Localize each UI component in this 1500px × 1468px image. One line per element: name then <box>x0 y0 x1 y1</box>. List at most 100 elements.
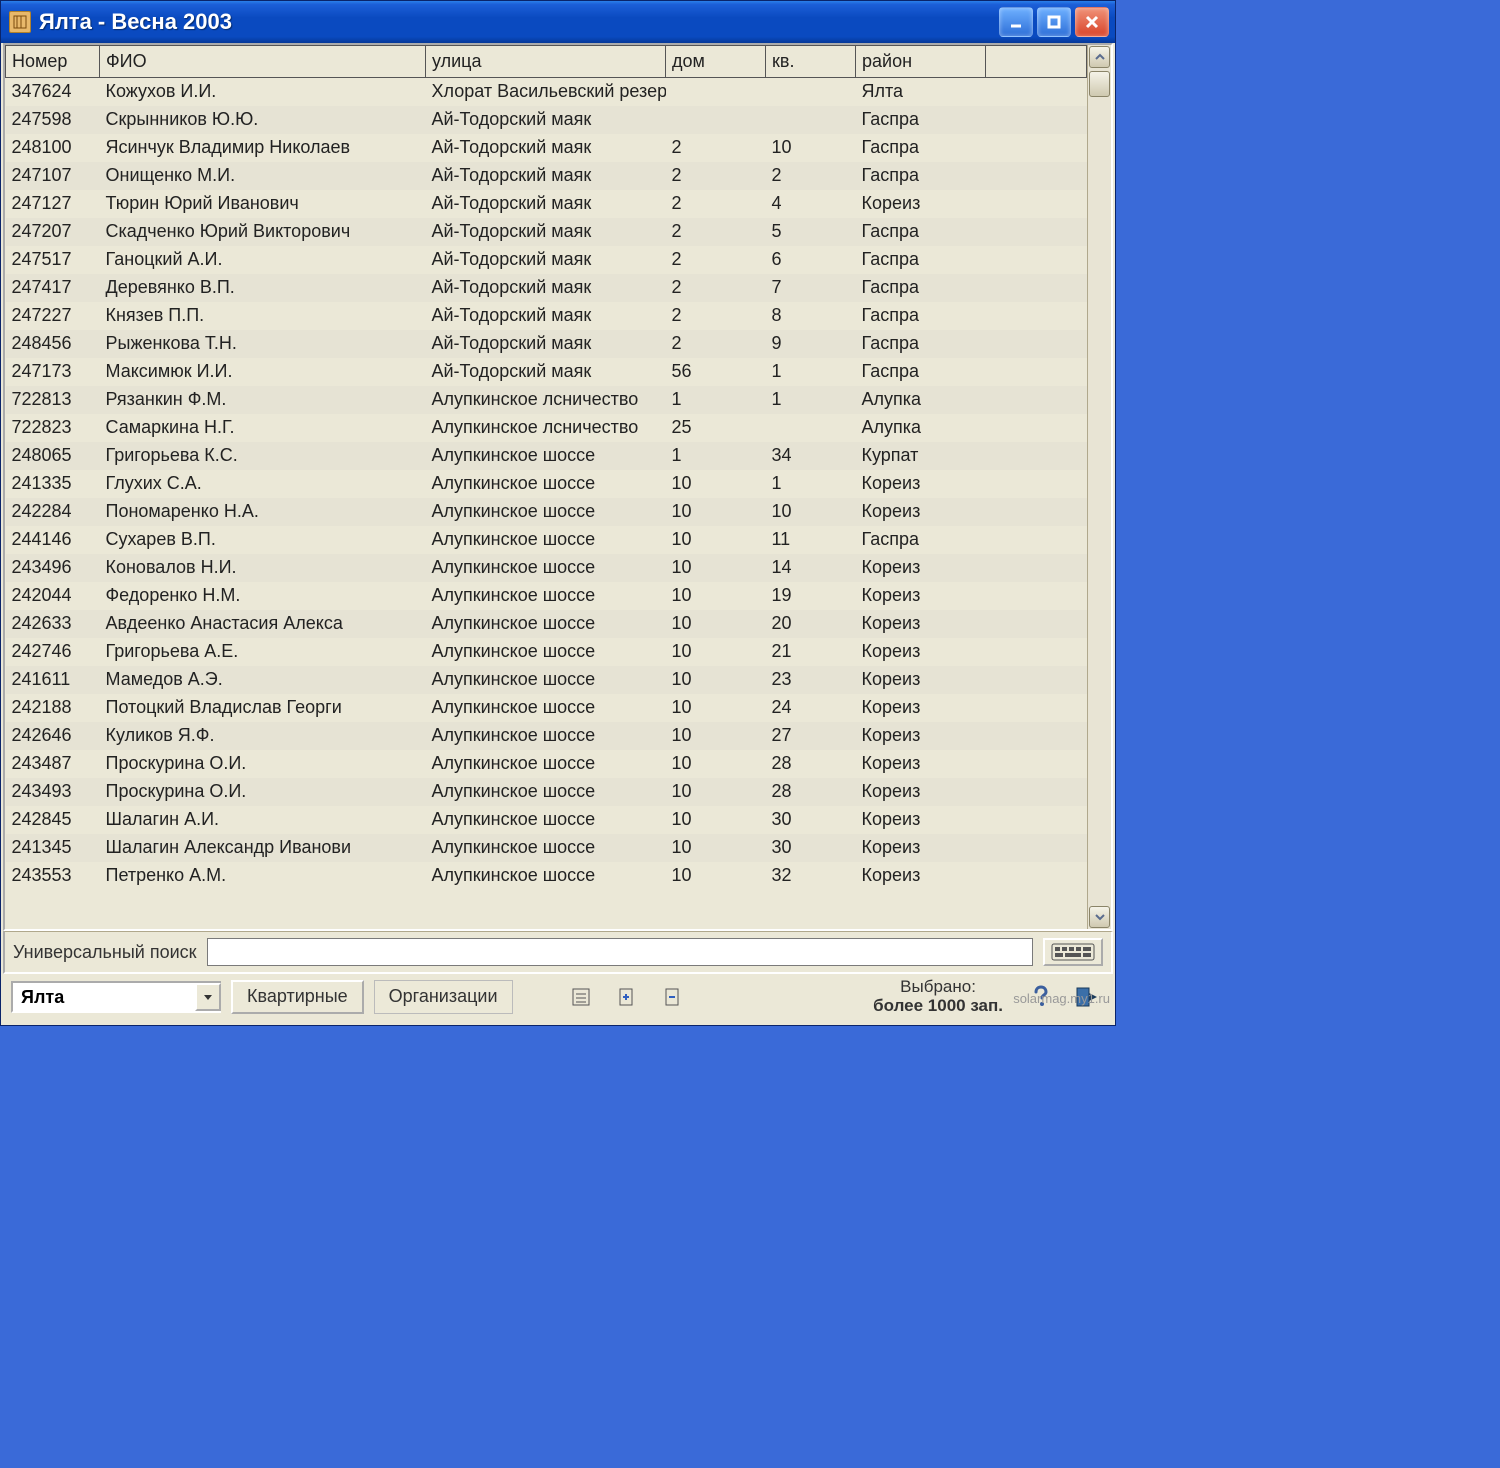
close-button[interactable] <box>1075 7 1109 37</box>
cell-house: 2 <box>666 246 766 274</box>
cell-num: 247227 <box>6 302 100 330</box>
cell-spacer <box>986 582 1087 610</box>
cell-street: Ай-Тодорский маяк <box>426 190 666 218</box>
table-row[interactable]: 247207Скадченко Юрий ВикторовичАй-Тодорс… <box>6 218 1087 246</box>
cell-fio: Пономаренко Н.А. <box>100 498 426 526</box>
col-header-flat[interactable]: кв. <box>766 46 856 78</box>
cell-num: 243493 <box>6 778 100 806</box>
cell-fio: Потоцкий Владислав Георги <box>100 694 426 722</box>
table-row[interactable]: 722813Рязанкин Ф.М.Алупкинское лсничеств… <box>6 386 1087 414</box>
table-row[interactable]: 242845Шалагин А.И.Алупкинское шоссе1030К… <box>6 806 1087 834</box>
apartments-button[interactable]: Квартирные <box>231 980 364 1014</box>
vertical-scrollbar[interactable] <box>1087 45 1111 929</box>
header-row[interactable]: Номер ФИО улица дом кв. район <box>6 46 1087 78</box>
cell-fio: Куликов Я.Ф. <box>100 722 426 750</box>
table-row[interactable]: 243493Проскурина О.И.Алупкинское шоссе10… <box>6 778 1087 806</box>
selection-status-label: Выбрано: <box>873 978 1003 997</box>
table-row[interactable]: 241611Мамедов А.Э.Алупкинское шоссе1023К… <box>6 666 1087 694</box>
scroll-down-button[interactable] <box>1089 906 1110 928</box>
cell-street: Алупкинское шоссе <box>426 442 666 470</box>
cell-fio: Кожухов И.И. <box>100 78 426 106</box>
table-row[interactable]: 243487Проскурина О.И.Алупкинское шоссе10… <box>6 750 1087 778</box>
cell-flat <box>766 414 856 442</box>
table-row[interactable]: 242646Куликов Я.Ф.Алупкинское шоссе1027К… <box>6 722 1087 750</box>
scroll-up-button[interactable] <box>1089 46 1110 68</box>
cell-num: 247207 <box>6 218 100 246</box>
table-row[interactable]: 243553Петренко А.М.Алупкинское шоссе1032… <box>6 862 1087 890</box>
table-row[interactable]: 241345Шалагин Александр ИвановиАлупкинск… <box>6 834 1087 862</box>
col-header-rayon[interactable]: район <box>856 46 986 78</box>
cell-flat: 28 <box>766 778 856 806</box>
cell-num: 347624 <box>6 78 100 106</box>
virtual-keyboard-button[interactable] <box>1043 938 1103 966</box>
cell-num: 248065 <box>6 442 100 470</box>
cell-house: 1 <box>666 386 766 414</box>
window-title: Ялта - Весна 2003 <box>39 9 999 35</box>
cell-num: 242845 <box>6 806 100 834</box>
table-row[interactable]: 347624Кожухов И.И. Хлорат Васильевский р… <box>6 78 1087 106</box>
city-combobox[interactable]: Ялта <box>11 981 221 1013</box>
search-input[interactable] <box>207 938 1033 966</box>
table-row[interactable]: 247107Онищенко М.И.Ай-Тодорский маяк22Га… <box>6 162 1087 190</box>
cell-num: 243487 <box>6 750 100 778</box>
cell-flat: 10 <box>766 134 856 162</box>
table-row[interactable]: 247127Тюрин Юрий ИвановичАй-Тодорский ма… <box>6 190 1087 218</box>
cell-flat: 10 <box>766 498 856 526</box>
cell-rayon: Кореиз <box>856 498 986 526</box>
col-header-number[interactable]: Номер <box>6 46 100 78</box>
cell-house: 2 <box>666 162 766 190</box>
col-header-house[interactable]: дом <box>666 46 766 78</box>
cell-fio: Шалагин А.И. <box>100 806 426 834</box>
table-row[interactable]: 248065Григорьева К.С.Алупкинское шоссе13… <box>6 442 1087 470</box>
table-row[interactable]: 242044Федоренко Н.М.Алупкинское шоссе101… <box>6 582 1087 610</box>
title-bar[interactable]: Ялта - Весна 2003 <box>1 1 1115 43</box>
city-combobox-arrow[interactable] <box>195 983 221 1011</box>
cell-num: 241611 <box>6 666 100 694</box>
cell-street: Алупкинское шоссе <box>426 722 666 750</box>
table-row[interactable]: 241335Глухих С.А.Алупкинское шоссе101Кор… <box>6 470 1087 498</box>
cell-street: Ай-Тодорский маяк <box>426 162 666 190</box>
toolbar-icon-list[interactable] <box>563 981 599 1013</box>
table-row[interactable]: 242746Григорьева А.Е.Алупкинское шоссе10… <box>6 638 1087 666</box>
col-header-street[interactable]: улица <box>426 46 666 78</box>
toolbar-icon-add[interactable] <box>609 981 645 1013</box>
minimize-button[interactable] <box>999 7 1033 37</box>
bottom-toolbar: Ялта Квартирные Организации <box>3 974 1113 1023</box>
cell-rayon: Алупка <box>856 386 986 414</box>
table-row[interactable]: 242284Пономаренко Н.А.Алупкинское шоссе1… <box>6 498 1087 526</box>
cell-street: Алупкинское лсничество <box>426 386 666 414</box>
cell-house: 1 <box>666 442 766 470</box>
table-row[interactable]: 242188Потоцкий Владислав ГеоргиАлупкинск… <box>6 694 1087 722</box>
table-row[interactable]: 248100Ясинчук Владимир НиколаевАй-Тодорс… <box>6 134 1087 162</box>
table-row[interactable]: 244146Сухарев В.П.Алупкинское шоссе1011Г… <box>6 526 1087 554</box>
col-header-fio[interactable]: ФИО <box>100 46 426 78</box>
cell-rayon: Кореиз <box>856 862 986 890</box>
cell-street: Алупкинское шоссе <box>426 582 666 610</box>
toolbar-icon-remove[interactable] <box>655 981 691 1013</box>
table-row[interactable]: 248456Рыженкова Т.Н.Ай-Тодорский маяк29Г… <box>6 330 1087 358</box>
cell-house <box>666 78 766 106</box>
table-row[interactable]: 247417Деревянко В.П.Ай-Тодорский маяк27Г… <box>6 274 1087 302</box>
cell-house: 10 <box>666 638 766 666</box>
table-row[interactable]: 247173Максимюк И.И.Ай-Тодорский маяк561Г… <box>6 358 1087 386</box>
table-row[interactable]: 722823Самаркина Н.Г.Алупкинское лсничест… <box>6 414 1087 442</box>
data-grid[interactable]: Номер ФИО улица дом кв. район 347624Кожу… <box>5 45 1087 929</box>
scroll-thumb[interactable] <box>1089 71 1110 97</box>
table-row[interactable]: 247598Скрынников Ю.Ю.Ай-Тодорский маякГа… <box>6 106 1087 134</box>
table-row[interactable]: 242633Авдеенко Анастасия АлексаАлупкинск… <box>6 610 1087 638</box>
cell-flat: 4 <box>766 190 856 218</box>
organizations-button[interactable]: Организации <box>374 980 513 1014</box>
cell-house <box>666 106 766 134</box>
table-row[interactable]: 243496Коновалов Н.И.Алупкинское шоссе101… <box>6 554 1087 582</box>
cell-flat <box>766 78 856 106</box>
cell-flat: 14 <box>766 554 856 582</box>
cell-fio: Мамедов А.Э. <box>100 666 426 694</box>
cell-num: 247173 <box>6 358 100 386</box>
cell-spacer <box>986 862 1087 890</box>
maximize-button[interactable] <box>1037 7 1071 37</box>
selection-status: Выбрано: более 1000 зап. <box>863 978 1013 1015</box>
cell-num: 242746 <box>6 638 100 666</box>
table-row[interactable]: 247227Князев П.П.Ай-Тодорский маяк28Гасп… <box>6 302 1087 330</box>
table-row[interactable]: 247517Ганоцкий А.И.Ай-Тодорский маяк26Га… <box>6 246 1087 274</box>
city-combobox-value: Ялта <box>13 983 195 1011</box>
